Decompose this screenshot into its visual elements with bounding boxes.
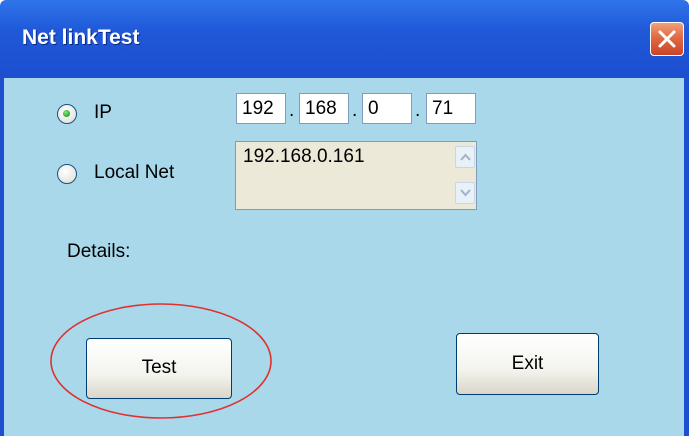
close-icon <box>658 30 676 48</box>
ip-radio[interactable] <box>57 104 77 124</box>
title-bar[interactable]: Net linkTest <box>0 0 689 78</box>
local-net-value: 192.168.0.161 <box>243 146 365 167</box>
window-frame-right <box>684 78 689 436</box>
ip-octet-2-field[interactable]: 168 <box>299 93 349 124</box>
ip-octet-4-field[interactable]: 71 <box>426 93 476 124</box>
close-button[interactable] <box>650 22 684 56</box>
ip-octet-3-field[interactable]: 0 <box>362 93 412 124</box>
test-button[interactable]: Test <box>86 338 232 399</box>
ip-separator: . <box>415 100 421 121</box>
window-title: Net linkTest <box>22 26 140 49</box>
chevron-up-icon <box>460 153 471 161</box>
net-linktest-window: Net linkTest IP 192 . 168 . 0 . 71 Local… <box>0 0 689 436</box>
scroll-up-button[interactable] <box>455 146 475 168</box>
chevron-down-icon <box>460 189 471 197</box>
local-net-radio[interactable] <box>57 164 77 184</box>
ip-octet-1-field[interactable]: 192 <box>236 93 286 124</box>
local-net-radio-label[interactable]: Local Net <box>94 162 174 184</box>
exit-button[interactable]: Exit <box>456 333 599 395</box>
details-label: Details: <box>67 241 131 262</box>
ip-separator: . <box>289 100 295 121</box>
local-net-textarea[interactable]: 192.168.0.161 <box>235 141 477 210</box>
ip-separator: . <box>352 100 358 121</box>
ip-radio-label[interactable]: IP <box>94 102 112 124</box>
ip-radio-selected-dot <box>63 110 70 117</box>
scroll-down-button[interactable] <box>455 182 475 204</box>
